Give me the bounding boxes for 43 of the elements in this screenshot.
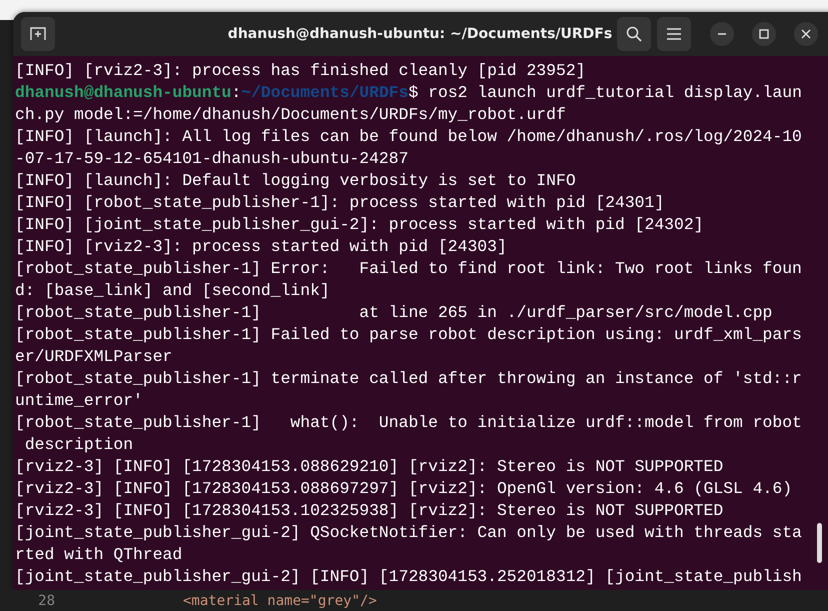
output-line: -07-17-59-12-654101-dhanush-ubuntu-24287	[15, 148, 408, 170]
command-text: $ ros2 launch urdf_tutorial display.laun	[408, 83, 802, 102]
prompt-path: ~/Documents/URDFs	[241, 83, 408, 102]
window-title: dhanush@dhanush-ubuntu: ~/Documents/URDFs	[228, 26, 612, 42]
output-line: [robot_state_publisher-1] Failed to parse robot description using: urdf_xml_pars	[15, 324, 802, 346]
minimize-button[interactable]	[710, 22, 734, 46]
output-line: [robot_state_publisher-1] terminate called after throwing an instance of 'std::r	[15, 368, 802, 390]
output-line: [rviz2-3] [INFO] [1728304153.088629210] [rviz2]: Stereo is NOT SUPPORTED	[15, 456, 724, 478]
output-line: description	[24, 434, 134, 456]
output-line: [INFO] [robot_state_publisher-1]: process started with pid [24301]	[15, 192, 664, 214]
minimize-icon	[717, 33, 727, 35]
search-button[interactable]	[617, 17, 651, 51]
scrollbar-thumb[interactable]	[817, 523, 822, 563]
output-line: d: [base_link] and [second_link]	[15, 280, 330, 302]
output-line: er/URDFXMLParser	[15, 346, 172, 368]
output-line: [INFO] [launch]: Default logging verbosity is set to INFO	[15, 170, 576, 192]
new-tab-button[interactable]	[21, 17, 55, 51]
output-line: [robot_state_publisher-1] what(): Unable to initialize urdf::model from robot	[15, 412, 802, 434]
code-line: <material name="grey"/>	[183, 592, 377, 608]
line-number: 28	[37, 592, 55, 608]
close-button[interactable]	[794, 22, 818, 46]
output-line: [INFO] [launch]: All log files can be found below /home/dhanush/.ros/log/2024-10	[15, 126, 802, 148]
close-icon	[801, 29, 811, 39]
search-icon	[626, 26, 642, 42]
maximize-icon	[759, 29, 769, 39]
output-line: [joint_state_publisher_gui-2] QSocketNotifier: Can only be used with threads sta	[15, 522, 802, 544]
output-line: [robot_state_publisher-1] Error: Failed to find root link: Two root links foun	[15, 258, 802, 280]
maximize-button[interactable]	[752, 22, 776, 46]
output-line: ch.py model:=/home/dhanush/Documents/URDFs/my_robot.urdf	[15, 104, 566, 126]
menu-button[interactable]	[657, 17, 691, 51]
output-line: rted with QThread	[15, 544, 182, 566]
output-line: [rviz2-3] [INFO] [1728304153.088697297] [rviz2]: OpenGl version: 4.6 (GLSL 4.6)	[15, 478, 792, 500]
new-tab-icon	[30, 27, 46, 41]
menu-icon	[667, 28, 681, 40]
output-line: [rviz2-3] [INFO] [1728304153.102325938] [rviz2]: Stereo is NOT SUPPORTED	[15, 500, 724, 522]
prompt-separator: :	[231, 83, 242, 102]
output-line: [INFO] [joint_state_publisher_gui-2]: process started with pid [24302]	[15, 214, 704, 236]
prompt-user: dhanush@dhanush-ubuntu	[15, 83, 232, 102]
output-line: [INFO] [rviz2-3]: process has finished cleanly [pid 23952]	[15, 60, 586, 82]
output-line: untime_error'	[15, 390, 143, 412]
output-line: [INFO] [rviz2-3]: process started with pid [24303]	[15, 236, 507, 258]
output-line: [robot_state_publisher-1] at line 265 in ./urdf_parser/src/model.cpp	[15, 302, 772, 324]
output-line: [joint_state_publisher_gui-2] [INFO] [1728304153.252018312] [joint_state_publish	[15, 566, 802, 588]
